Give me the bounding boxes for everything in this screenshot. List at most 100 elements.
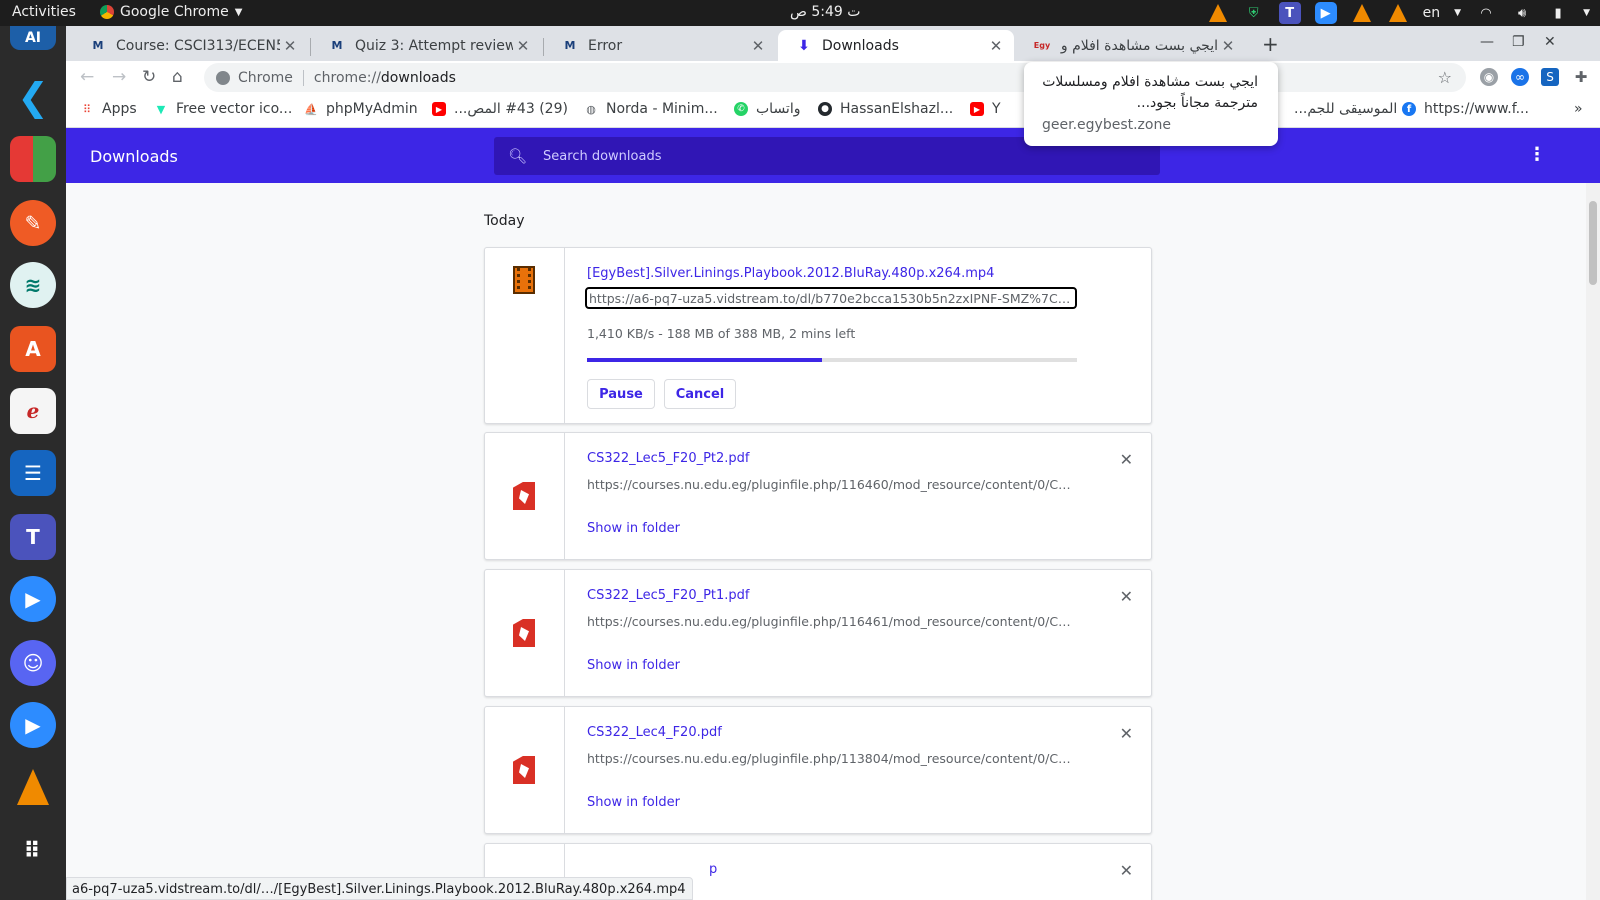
facebook-icon: f	[1402, 102, 1416, 116]
wifi-icon[interactable]: ◠	[1475, 2, 1497, 24]
show-in-folder-link[interactable]: Show in folder	[587, 521, 680, 536]
moodle-icon: M	[564, 39, 576, 52]
extensions-puzzle-icon[interactable]: ✚	[1572, 68, 1590, 86]
database-icon[interactable]: ≋	[10, 262, 56, 308]
download-item: CS322_Lec5_F20_Pt1.pdf ✕ https://courses…	[484, 569, 1152, 697]
extension-infinity-icon[interactable]: ∞	[1511, 68, 1529, 86]
bookmark-apps[interactable]: ⠿ Apps	[80, 101, 137, 117]
chevron-down-icon[interactable]: ▼	[1583, 8, 1590, 18]
back-icon[interactable]: ←	[80, 67, 94, 87]
volume-icon[interactable]: 🔊︎	[1511, 2, 1533, 24]
vlc-tray-icon-2[interactable]	[1351, 2, 1373, 24]
remove-item-icon[interactable]: ✕	[1120, 450, 1133, 469]
teams-icon[interactable]: T	[10, 514, 56, 560]
file-name-link-partial[interactable]: p	[709, 862, 717, 877]
new-tab-button[interactable]: +	[1262, 32, 1279, 56]
file-name-link[interactable]: [EgyBest].Silver.Linings.Playbook.2012.B…	[587, 266, 994, 281]
source-url-link[interactable]: https://courses.nu.edu.eg/pluginfile.php…	[587, 751, 1077, 766]
bookmark-music[interactable]: الموسيقى للجم...	[1294, 101, 1397, 117]
tab-egybest[interactable]: Egy ايجي بست مشاهدة افلام ومسلسلات ✕	[1016, 30, 1246, 61]
pause-button[interactable]: Pause	[587, 379, 655, 409]
writer-icon[interactable]: ☰	[10, 450, 56, 496]
colorful-squares-icon[interactable]	[10, 136, 56, 182]
moodle-icon: M	[92, 39, 104, 52]
chevron-down-icon: ▼	[1454, 8, 1462, 18]
vlc-tray-icon[interactable]	[1207, 2, 1229, 24]
file-name-link[interactable]: CS322_Lec5_F20_Pt1.pdf	[587, 588, 750, 603]
vlc-tray-icon-3[interactable]	[1387, 2, 1409, 24]
source-url-link[interactable]: https://courses.nu.edu.eg/pluginfile.php…	[587, 477, 1077, 492]
cancel-button[interactable]: Cancel	[664, 379, 736, 409]
show-in-folder-link[interactable]: Show in folder	[587, 795, 680, 810]
discord-icon[interactable]: ☺	[10, 640, 56, 686]
remove-item-icon[interactable]: ✕	[1120, 587, 1133, 606]
window-close-button[interactable]: ✕	[1544, 34, 1556, 50]
bookmark-label: واتساب	[756, 101, 801, 117]
tab-downloads[interactable]: ⬇ Downloads ✕	[778, 30, 1014, 61]
remove-item-icon[interactable]: ✕	[1120, 861, 1133, 880]
page-scrollbar[interactable]	[1586, 183, 1600, 900]
reload-icon[interactable]: ↻	[142, 67, 156, 87]
forward-icon[interactable]: →	[112, 67, 126, 87]
extension-s-icon[interactable]: S	[1541, 68, 1559, 86]
download-status: 1,410 KB/s - 188 MB of 388 MB, 2 mins le…	[587, 326, 856, 341]
pdf-file-icon	[513, 619, 535, 647]
tab-course[interactable]: M Course: CSCI313/ECEN527 ✕	[72, 30, 308, 61]
more-bookmarks-icon[interactable]: »	[1574, 101, 1583, 117]
battery-icon[interactable]: ▮	[1547, 2, 1569, 24]
pdf-reader-icon[interactable]: ℯ	[10, 388, 56, 434]
teams-tray-icon[interactable]: T	[1278, 2, 1301, 24]
clock[interactable]: ت 5:49 ص	[790, 4, 860, 20]
restore-button[interactable]: ❐	[1512, 34, 1525, 50]
remove-item-icon[interactable]: ✕	[1120, 724, 1133, 743]
vscode-icon[interactable]: ❮	[10, 74, 56, 120]
source-url-link[interactable]: https://a6-pq7-uza5.vidstream.to/dl/b770…	[585, 287, 1077, 309]
scrollbar-thumb[interactable]	[1589, 201, 1597, 285]
star-icon[interactable]: ☆	[1438, 68, 1452, 87]
source-url-link[interactable]: https://courses.nu.edu.eg/pluginfile.php…	[587, 614, 1077, 629]
app-store-icon[interactable]: A	[10, 326, 56, 372]
tab-error[interactable]: M Error ✕	[544, 30, 776, 61]
close-icon[interactable]: ✕	[748, 37, 768, 55]
bookmark-youtube-1[interactable]: ▶ (29) #43 المص...	[432, 101, 568, 117]
extension-globe-icon[interactable]: ◉	[1480, 68, 1498, 86]
bookmark-label: https://www.f...	[1424, 101, 1529, 117]
close-icon[interactable]: ✕	[1218, 37, 1238, 55]
close-icon[interactable]: ✕	[986, 37, 1006, 55]
tab-quiz[interactable]: M Quiz 3: Attempt review ✕	[311, 30, 541, 61]
bookmark-free-vector[interactable]: ▼ Free vector ico...	[154, 101, 293, 117]
zoom-tray-icon[interactable]: ▶	[1314, 2, 1337, 24]
bookmark-whatsapp[interactable]: ✆ واتساب	[734, 101, 800, 117]
egybest-icon: Egy	[1033, 41, 1051, 50]
app-menu[interactable]: Google Chrome ▼	[100, 4, 242, 20]
search-icon: 🔍︎	[508, 147, 528, 165]
zoom-icon-2[interactable]: ▶	[10, 702, 56, 748]
file-name-link[interactable]: CS322_Lec4_F20.pdf	[587, 725, 722, 740]
bookmark-facebook[interactable]: f https://www.f...	[1402, 101, 1529, 117]
more-actions-icon[interactable]: ⋮	[1528, 144, 1546, 165]
postman-icon[interactable]: ✎	[10, 200, 56, 246]
downloads-toolbar: Downloads 🔍︎ ⋮	[66, 128, 1600, 183]
show-in-folder-link[interactable]: Show in folder	[587, 658, 680, 673]
tab-hover-title: ايجي بست مشاهدة افلام ومسلسلات مترجمة مج…	[1042, 74, 1258, 111]
home-icon[interactable]: ⌂	[172, 67, 183, 87]
shield-icon[interactable]: ⛨	[1243, 2, 1265, 24]
jetbrains-icon[interactable]: AI	[10, 26, 56, 50]
vlc-icon[interactable]	[10, 764, 56, 810]
activities-button[interactable]: Activities	[12, 4, 76, 20]
search-input[interactable]	[541, 147, 1106, 165]
bookmark-youtube-2[interactable]: ▶ Y	[970, 101, 1001, 117]
progress-fill	[587, 358, 823, 362]
zoom-icon[interactable]: ▶	[10, 576, 56, 622]
close-icon[interactable]: ✕	[280, 37, 300, 55]
bookmark-phpmyadmin[interactable]: ⛵ phpMyAdmin	[304, 101, 418, 117]
file-icon-column	[485, 707, 565, 833]
close-icon[interactable]: ✕	[513, 37, 533, 55]
show-apps-icon[interactable]: ⠿	[10, 828, 56, 874]
file-name-link[interactable]: CS322_Lec5_F20_Pt2.pdf	[587, 451, 750, 466]
download-progress-bar	[587, 358, 1077, 362]
language-indicator[interactable]: en	[1423, 5, 1441, 21]
bookmark-norda[interactable]: ◍ Norda - Minim...	[584, 101, 718, 117]
bookmark-github[interactable]: ● HassanElshazl...	[818, 101, 953, 117]
minimize-button[interactable]: —	[1480, 34, 1494, 50]
